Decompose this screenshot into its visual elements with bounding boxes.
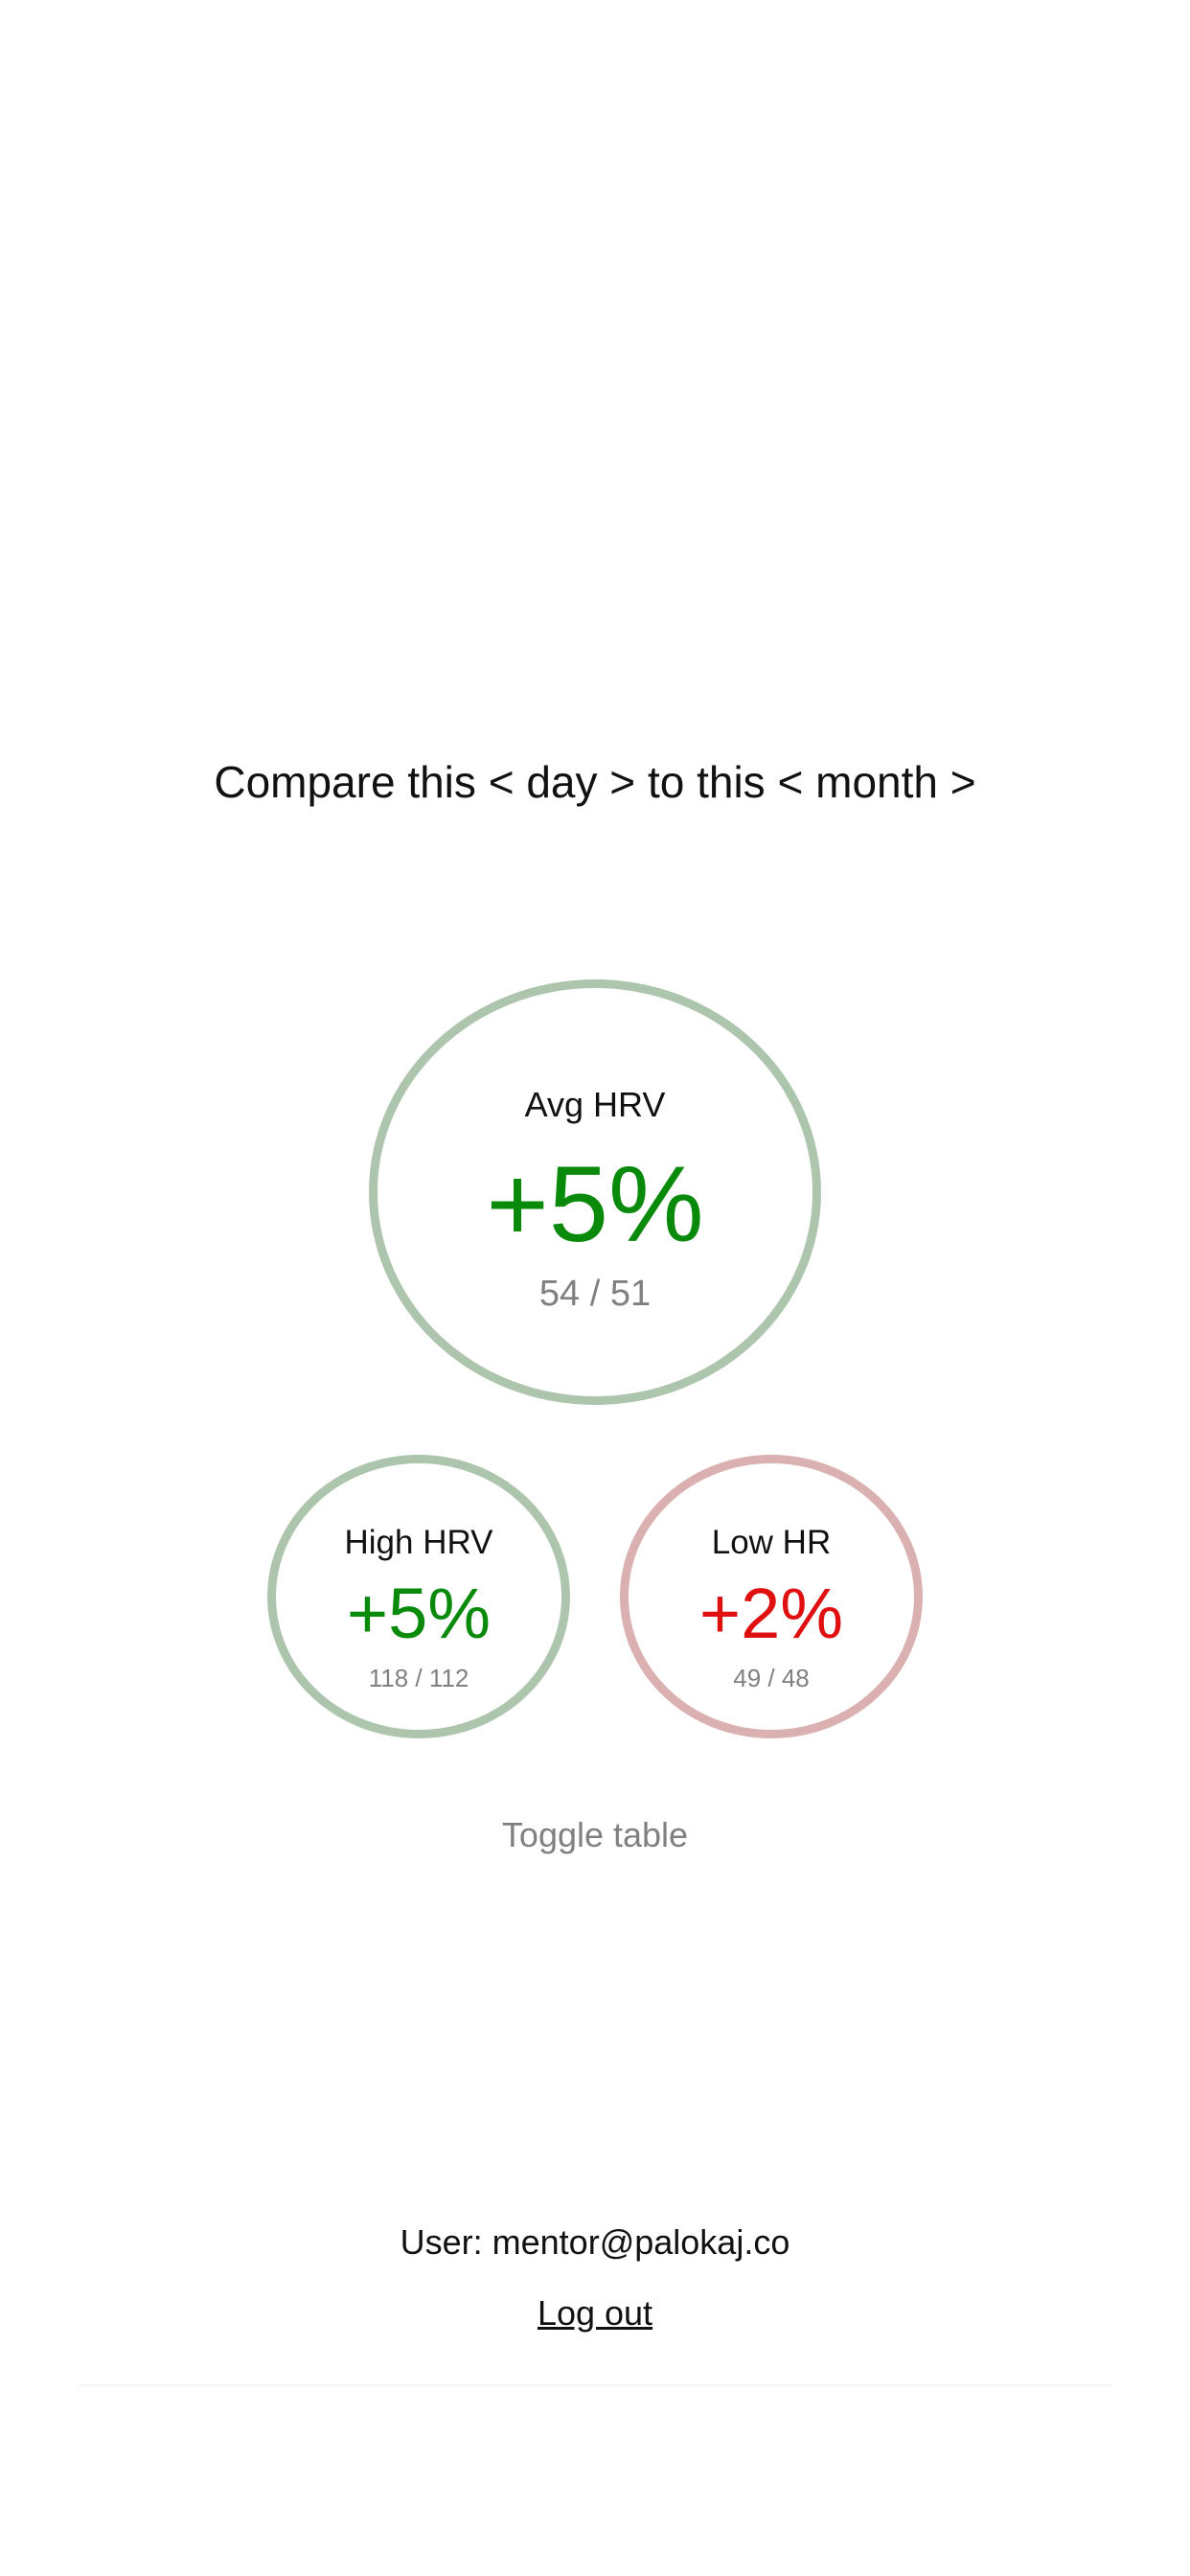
avg-hrv-detail: 54 / 51 — [538, 1274, 652, 1314]
high-hrv-circle: High HRV +5% 118 / 112 — [267, 1455, 570, 1738]
user-email: User: mentor@palokaj.co — [400, 2222, 790, 2262]
period-b-next-arrow[interactable]: > — [950, 757, 976, 807]
compare-prefix: Compare this — [214, 757, 476, 807]
footer-divider — [79, 2384, 1111, 2386]
period-a-prev-arrow[interactable]: < — [489, 757, 515, 807]
high-hrv-change: +5% — [346, 1574, 492, 1653]
low-hr-circle: Low HR +2% 49 / 48 — [620, 1455, 923, 1738]
compare-period-selector: Compare this < day > to this < month > — [0, 755, 1190, 809]
low-hr-change: +2% — [698, 1574, 844, 1653]
avg-hrv-change: +5% — [486, 1144, 704, 1264]
period-b-label: month — [815, 757, 938, 807]
toggle-table-button[interactable]: Toggle table — [0, 1814, 1190, 1856]
low-hr-label: Low HR — [711, 1524, 832, 1561]
low-hr-detail: 49 / 48 — [733, 1664, 810, 1692]
period-b-prev-arrow[interactable]: < — [777, 757, 803, 807]
logout-container: Log out — [0, 2292, 1190, 2334]
period-a-next-arrow[interactable]: > — [609, 757, 635, 807]
logout-link[interactable]: Log out — [538, 2293, 652, 2333]
high-hrv-label: High HRV — [344, 1524, 493, 1561]
avg-hrv-label: Avg HRV — [524, 1085, 666, 1124]
compare-middle-text: to this — [647, 757, 766, 807]
avg-hrv-circle: Avg HRV +5% 54 / 51 — [369, 979, 821, 1405]
period-a-label: day — [526, 757, 598, 807]
high-hrv-detail: 118 / 112 — [368, 1664, 469, 1692]
